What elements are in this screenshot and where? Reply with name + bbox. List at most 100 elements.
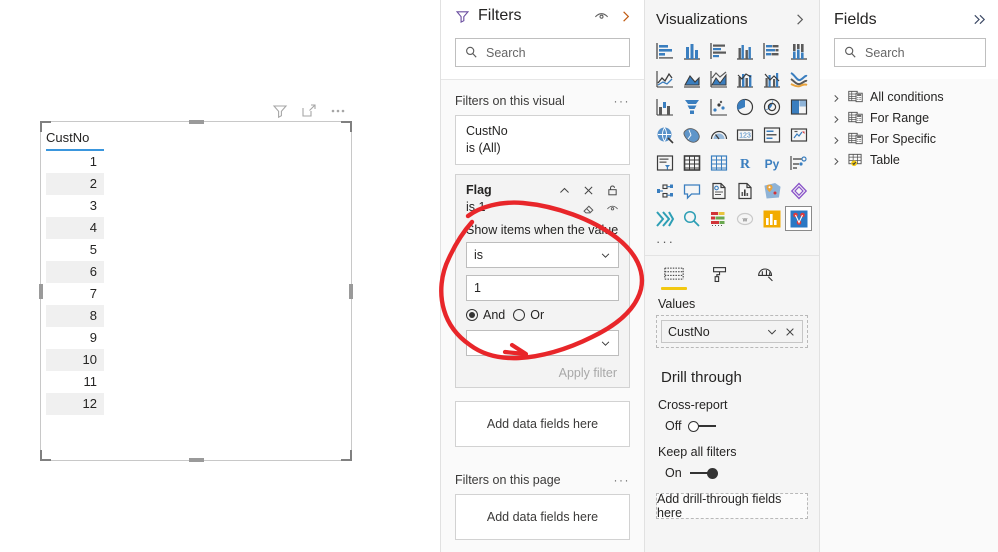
table-row[interactable]: 3 — [46, 195, 104, 217]
table-row[interactable]: 4 — [46, 217, 104, 239]
table-row[interactable]: 11 — [46, 371, 104, 393]
paginated-report-icon[interactable] — [705, 178, 732, 203]
visual-filter-dropzone[interactable]: Add data fields here — [455, 401, 630, 447]
resize-handle-top-right[interactable] — [341, 121, 352, 132]
ribbon-chart-icon[interactable] — [785, 66, 812, 91]
filter-value-input[interactable]: 1 — [466, 275, 619, 301]
close-icon[interactable] — [582, 184, 595, 197]
line-clustered-column-chart-icon[interactable] — [759, 66, 786, 91]
chevron-right-icon[interactable] — [832, 155, 841, 166]
resize-handle-bottom-left[interactable] — [40, 450, 51, 461]
area-chart-icon[interactable] — [679, 66, 706, 91]
clustered-bar-chart-icon[interactable] — [705, 38, 732, 63]
fields-search-input[interactable]: Search — [834, 38, 986, 67]
matrix-icon[interactable] — [705, 150, 732, 175]
table-visual[interactable]: CustNo 1 2 3 4 5 6 7 8 9 10 11 12 — [39, 120, 353, 462]
table-row[interactable]: 2 — [46, 173, 104, 195]
chiclet-slicer-icon[interactable] — [759, 206, 786, 231]
chevron-right-icon[interactable] — [832, 92, 841, 103]
chevron-down-icon[interactable] — [766, 326, 778, 338]
r-script-visual-icon[interactable]: R — [732, 150, 759, 175]
treemap-icon[interactable] — [785, 94, 812, 119]
chevron-right-icon[interactable] — [792, 12, 807, 27]
key-influencers-icon[interactable] — [785, 150, 812, 175]
lock-icon[interactable] — [606, 184, 619, 197]
values-field-chip[interactable]: CustNo — [661, 320, 803, 343]
line-chart-icon[interactable] — [652, 66, 679, 91]
arcgis-map-icon[interactable] — [759, 178, 786, 203]
resize-handle-bottom-right[interactable] — [341, 450, 352, 461]
cross-report-toggle[interactable]: Off — [645, 412, 819, 433]
word-cloud-icon[interactable]: w — [732, 206, 759, 231]
100-stacked-bar-chart-icon[interactable] — [759, 38, 786, 63]
drill-down-icon[interactable] — [652, 206, 679, 231]
pie-chart-icon[interactable] — [732, 94, 759, 119]
format-tab[interactable] — [707, 265, 733, 290]
eye-icon[interactable] — [606, 202, 619, 215]
resize-handle-right[interactable] — [349, 284, 353, 299]
python-visual-icon[interactable]: Py — [759, 150, 786, 175]
table-row[interactable]: 12 — [46, 393, 104, 415]
search-visual-icon[interactable] — [679, 206, 706, 231]
page-filter-dropzone[interactable]: Add data fields here — [455, 494, 630, 540]
table-row[interactable]: 10 — [46, 349, 104, 371]
qa-visual-icon[interactable] — [679, 178, 706, 203]
table-row[interactable]: 9 — [46, 327, 104, 349]
resize-handle-bottom[interactable] — [189, 458, 204, 462]
kpi-icon[interactable] — [785, 122, 812, 147]
fields-tree[interactable]: All conditions For Range For Specific Table — [820, 79, 998, 170]
toggle-switch-off[interactable] — [688, 420, 718, 432]
resize-handle-left[interactable] — [39, 284, 43, 299]
fields-tree-item[interactable]: For Specific — [832, 128, 998, 149]
chevron-up-icon[interactable] — [558, 184, 571, 197]
keep-all-filters-toggle[interactable]: On — [645, 459, 819, 480]
filters-on-visual-more-icon[interactable]: ··· — [614, 94, 631, 108]
100-stacked-column-chart-icon[interactable] — [785, 38, 812, 63]
filter-icon[interactable] — [272, 103, 288, 119]
table-row[interactable]: 5 — [46, 239, 104, 261]
eraser-icon[interactable] — [582, 202, 595, 215]
radio-or[interactable]: Or — [513, 308, 544, 322]
fields-tab[interactable] — [661, 265, 687, 290]
eye-icon[interactable] — [594, 9, 609, 24]
table-row[interactable]: 1 — [46, 151, 104, 173]
stacked-area-chart-icon[interactable] — [705, 66, 732, 91]
table-row[interactable]: 8 — [46, 305, 104, 327]
waterfall-chart-icon[interactable] — [652, 94, 679, 119]
bullet-chart-icon[interactable] — [705, 206, 732, 231]
multi-row-card-icon[interactable] — [759, 122, 786, 147]
values-well[interactable]: CustNo — [656, 315, 808, 348]
analytics-tab[interactable] — [753, 265, 779, 290]
toggle-switch-on[interactable] — [689, 467, 719, 479]
decomposition-tree-icon[interactable] — [652, 178, 679, 203]
power-apps-icon[interactable] — [785, 178, 812, 203]
funnel-chart-icon[interactable] — [679, 94, 706, 119]
network-chart-icon[interactable] — [785, 206, 812, 231]
more-options-icon[interactable] — [330, 103, 346, 119]
apply-filter-button[interactable]: Apply filter — [466, 363, 619, 380]
remove-field-icon[interactable] — [784, 326, 796, 338]
fields-tree-item[interactable]: All conditions — [832, 86, 998, 107]
drill-through-dropzone[interactable]: Add drill-through fields here — [656, 492, 808, 520]
scatter-chart-icon[interactable] — [705, 94, 732, 119]
table-column-header[interactable]: CustNo — [46, 128, 104, 151]
visualization-type-grid[interactable]: 123 R Py w — [645, 32, 819, 231]
filter-card-flag[interactable]: Flag is 1 Show items when the value is 1… — [455, 174, 630, 388]
table-row[interactable]: 6 — [46, 261, 104, 283]
fields-tree-item[interactable]: For Range — [832, 107, 998, 128]
filters-search-input[interactable]: Search — [455, 38, 630, 67]
map-icon[interactable] — [652, 122, 679, 147]
stacked-column-chart-icon[interactable] — [679, 38, 706, 63]
filter-second-operator-dropdown[interactable] — [466, 330, 619, 356]
double-chevron-right-icon[interactable] — [972, 12, 987, 27]
gauge-icon[interactable] — [705, 122, 732, 147]
report-canvas[interactable]: CustNo 1 2 3 4 5 6 7 8 9 10 11 12 — [0, 0, 440, 552]
line-stacked-column-chart-icon[interactable] — [732, 66, 759, 91]
resize-handle-top[interactable] — [189, 120, 204, 124]
fields-tree-item[interactable]: Table — [832, 149, 998, 170]
focus-mode-icon[interactable] — [301, 103, 317, 119]
chevron-right-icon[interactable] — [832, 134, 841, 145]
smart-narrative-icon[interactable] — [732, 178, 759, 203]
filters-on-page-more-icon[interactable]: ··· — [614, 473, 631, 487]
filter-card-custno[interactable]: CustNo is (All) — [455, 115, 630, 165]
